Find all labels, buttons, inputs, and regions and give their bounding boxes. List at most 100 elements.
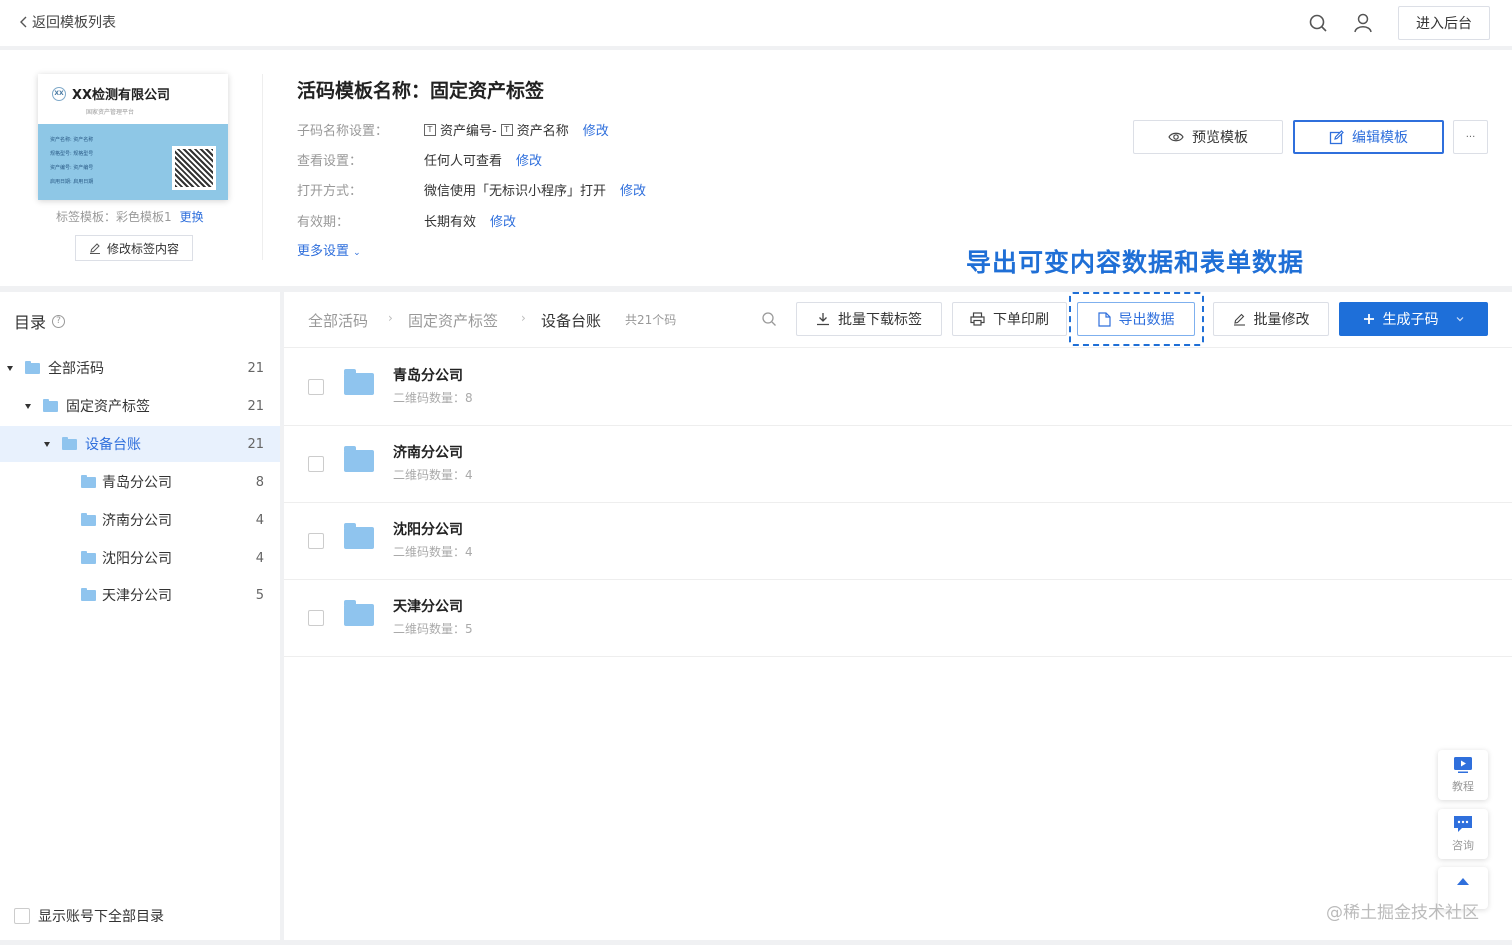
folder-icon [81,512,96,526]
show-all-directories-option[interactable]: 显示账号下全部目录 [14,906,164,926]
edit-label-content-button[interactable]: 修改标签内容 [75,235,193,261]
user-icon[interactable] [1352,12,1374,34]
row-checkbox[interactable] [308,456,324,472]
breadcrumb-fixed-asset-label[interactable]: 固定资产标签 [408,310,498,331]
enter-backend-button[interactable]: 进入后台 [1398,6,1490,40]
breadcrumb-separator: › [388,311,393,325]
change-template-link[interactable]: 更换 [180,210,204,224]
generate-sub-code-button[interactable]: 生成子码 [1339,302,1488,336]
folder-icon [344,369,374,395]
preview-template-button[interactable]: 预览模板 [1133,120,1283,154]
label-preview-card[interactable]: XX XX检测有限公司 国家资产管理平台 资产名称: 资产名称 规格型号: 规格… [38,74,228,200]
show-all-directories-checkbox[interactable] [14,908,30,924]
setting-key: 子码名称设置： [297,124,389,139]
modify-link[interactable]: 修改 [516,150,542,169]
tree-item-tianjin[interactable]: 天津分公司 5 [0,577,280,613]
consult-button[interactable]: 咨询 [1438,809,1488,859]
folder-icon [43,398,58,412]
folder-name[interactable]: 天津分公司 [393,596,463,616]
pencil-icon [1233,313,1245,326]
tree-item-count: 5 [255,587,264,603]
folder-icon [344,523,374,549]
setting-value: 长期有效 [424,215,477,230]
tutorial-button[interactable]: 教程 [1438,750,1488,800]
list-item[interactable]: 青岛分公司 二维码数量：8 [284,349,1512,426]
company-logo-icon: XX [52,86,66,101]
tree-item-label: 全部活码 [48,361,104,377]
folder-icon [81,474,96,488]
export-data-button[interactable]: 导出数据 [1077,302,1195,336]
modify-link[interactable]: 修改 [490,211,516,230]
list-item[interactable]: 沈阳分公司 二维码数量：4 [284,503,1512,580]
tutorial-label: 教程 [1452,780,1474,793]
caret-down-icon[interactable] [44,441,50,447]
consult-label: 咨询 [1452,839,1474,852]
modify-link[interactable]: 修改 [583,120,609,139]
tree-item-jinan[interactable]: 济南分公司 4 [0,502,280,538]
toolbar: 全部活码 › 固定资产标签 › 设备台账 共21个码 批量下载标签 下单印刷 导… [284,292,1512,348]
batch-download-labels-label: 批量下载标签 [838,312,922,328]
chevron-down-icon: ⌄ [353,248,361,258]
list-item[interactable]: 天津分公司 二维码数量：5 [284,580,1512,657]
divider [262,74,263,260]
setting-key: 有效期： [297,215,350,230]
setting-key: 查看设置： [297,154,363,169]
callout-annotation: 导出可变内容数据和表单数据 [966,248,1305,277]
breadcrumb-separator: › [521,311,526,325]
edit-template-label: 编辑模板 [1352,130,1408,146]
order-print-button[interactable]: 下单印刷 [952,302,1067,336]
help-icon[interactable]: ? [52,314,66,328]
folder-name[interactable]: 沈阳分公司 [393,519,463,539]
tree-item-fixed-asset-label[interactable]: 固定资产标签 21 [0,388,280,424]
folder-icon [62,436,77,450]
breadcrumb-equipment-ledger: 设备台账 [541,312,602,330]
row-checkbox[interactable] [308,533,324,549]
batch-download-labels-button[interactable]: 批量下载标签 [796,302,942,336]
back-label: 返回模板列表 [32,15,116,31]
modify-link[interactable]: 修改 [620,180,646,199]
caret-down-icon[interactable] [7,365,13,371]
folder-name[interactable]: 青岛分公司 [393,365,463,385]
label-field: 启用日期: 启用日期 [50,179,94,185]
download-icon [817,313,829,326]
chevron-down-icon[interactable] [1455,314,1465,324]
batch-edit-button[interactable]: 批量修改 [1213,302,1329,336]
setting-value: 任何人可查看 [424,154,503,169]
more-settings-label: 更多设置 [297,244,350,259]
tree-item-count: 4 [255,550,264,566]
folder-icon [25,360,40,374]
search-icon[interactable] [1307,12,1329,34]
chat-icon [1454,816,1472,832]
tree-item-shenyang[interactable]: 沈阳分公司 4 [0,540,280,576]
edit-template-button[interactable]: 编辑模板 [1293,120,1444,154]
directory-title-label: 目录 [14,313,47,332]
row-checkbox[interactable] [308,610,324,626]
breadcrumb-all-codes[interactable]: 全部活码 [308,310,368,331]
directory-title: 目录 ? [14,309,66,333]
more-settings-link[interactable]: 更多设置 ⌄ [297,240,361,259]
directory-sidebar: 目录 ? 全部活码 21 固定资产标签 21 设备台账 21 青岛分公司 8 济… [0,292,280,940]
more-options-button[interactable]: ··· [1453,120,1488,154]
folder-name[interactable]: 济南分公司 [393,442,463,462]
search-icon[interactable] [761,311,777,327]
edit-label-content-label: 修改标签内容 [106,241,179,256]
text-field-icon: T [500,123,513,136]
tree-item-equipment-ledger[interactable]: 设备台账 21 [0,426,280,462]
tree-item-qingdao[interactable]: 青岛分公司 8 [0,464,280,500]
folder-icon [344,600,374,626]
template-header: XX XX检测有限公司 国家资产管理平台 资产名称: 资产名称 规格型号: 规格… [0,50,1512,286]
video-icon [1454,757,1472,773]
qr-count: 二维码数量：5 [393,622,473,636]
row-checkbox[interactable] [308,379,324,395]
folder-icon [81,550,96,564]
order-print-label: 下单印刷 [993,312,1049,328]
caret-down-icon[interactable] [25,403,31,409]
tree-item-count: 21 [247,360,264,376]
qr-count: 二维码数量：4 [393,545,473,559]
view-setting-row: 查看设置： 任何人可查看 修改 [297,150,542,169]
tree-item-label: 沈阳分公司 [102,551,172,567]
template-name: 活码模板名称：固定资产标签 [297,80,545,102]
back-to-template-list-link[interactable]: 返回模板列表 [18,12,116,32]
list-item[interactable]: 济南分公司 二维码数量：4 [284,426,1512,503]
tree-item-all-codes[interactable]: 全部活码 21 [0,350,280,386]
